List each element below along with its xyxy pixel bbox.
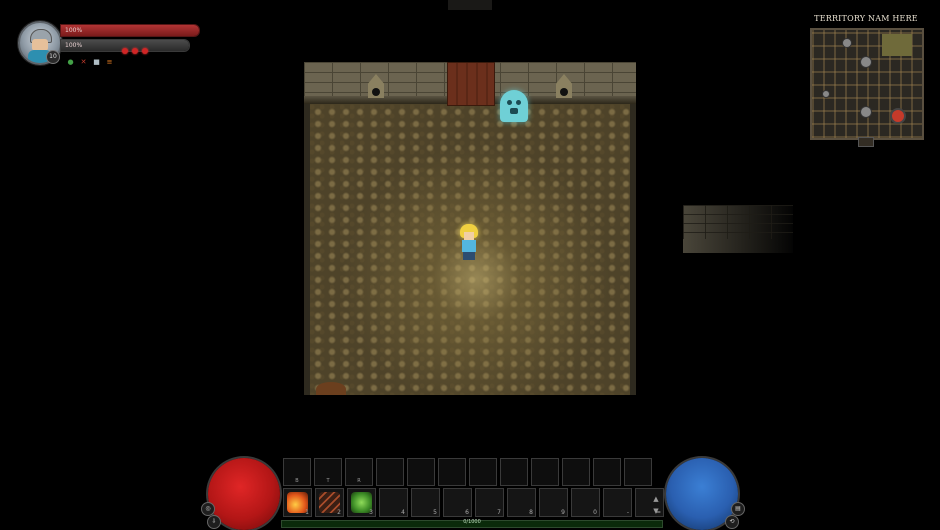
skill-slot-number: 1 bbox=[305, 509, 309, 516]
dungeon-room bbox=[304, 62, 636, 395]
skill-slot-number: - bbox=[626, 509, 629, 516]
arrow-down-icon[interactable]: ▼ bbox=[651, 505, 661, 517]
quick-slot-key: T bbox=[326, 478, 330, 484]
skill-slot-number: 9 bbox=[561, 509, 565, 516]
quick-slot[interactable]: T bbox=[314, 458, 342, 486]
settings-icon[interactable]: ◎ bbox=[201, 502, 215, 516]
download-icon[interactable]: ⇩ bbox=[207, 515, 221, 529]
quick-slot[interactable] bbox=[469, 458, 497, 486]
status-effects: ● ✕ ■ ≡ bbox=[66, 58, 114, 67]
top-door-marker bbox=[448, 0, 492, 10]
arrow-up-icon[interactable]: ▲ bbox=[651, 493, 661, 505]
ghost-eye bbox=[507, 100, 512, 105]
player-character bbox=[458, 224, 480, 260]
skill-slot-6[interactable]: 6 bbox=[443, 488, 472, 517]
skill-slot-11[interactable]: - bbox=[603, 488, 632, 517]
skill-slot-number: 4 bbox=[401, 509, 405, 516]
cycle-icon[interactable]: ⟲ bbox=[725, 515, 739, 529]
quick-slot-key: R bbox=[357, 478, 361, 484]
health-bar: 100% bbox=[60, 24, 200, 37]
skill-slot-number: 6 bbox=[465, 509, 469, 516]
shield-icon[interactable]: ● bbox=[66, 58, 75, 67]
corridor-wall bbox=[683, 205, 793, 239]
quick-slot[interactable] bbox=[562, 458, 590, 486]
minimap-title: TERRITORY NAM HERE bbox=[814, 14, 918, 23]
skill-slot-number: 8 bbox=[529, 509, 533, 516]
skill-slot-1[interactable]: 1 bbox=[283, 488, 312, 517]
skill-slot-2[interactable]: 2 bbox=[315, 488, 344, 517]
scroll-icon[interactable]: ≡ bbox=[105, 58, 114, 67]
skill-slot-4[interactable]: 4 bbox=[379, 488, 408, 517]
skill-slot-number: 3 bbox=[369, 509, 373, 516]
skill-slot-number: 7 bbox=[497, 509, 501, 516]
hotbar-page-arrows[interactable]: ▲ ▼ bbox=[651, 493, 661, 517]
quick-slot[interactable] bbox=[531, 458, 559, 486]
quick-slot[interactable]: B bbox=[283, 458, 311, 486]
dagger-icon[interactable]: ✕ bbox=[79, 58, 88, 67]
minimap[interactable]: TERRITORY NAM HERE bbox=[808, 12, 924, 147]
floor-object[interactable] bbox=[316, 382, 346, 395]
quick-slot[interactable] bbox=[624, 458, 652, 486]
experience-bar: 0/1000 bbox=[281, 519, 663, 528]
quick-slot[interactable] bbox=[438, 458, 466, 486]
quick-slot[interactable] bbox=[593, 458, 621, 486]
minimap-area bbox=[882, 34, 912, 56]
quick-slot[interactable]: R bbox=[345, 458, 373, 486]
ghost-eye bbox=[516, 100, 521, 105]
stamina-dots bbox=[122, 48, 148, 54]
inventory-icon[interactable]: ▤ bbox=[731, 502, 745, 516]
quick-slot-key: B bbox=[295, 478, 299, 484]
minimap-toggle[interactable] bbox=[858, 137, 874, 147]
stamina-dot bbox=[132, 48, 138, 54]
hero-torso bbox=[462, 240, 476, 252]
minimap-node bbox=[860, 106, 872, 118]
wooden-door[interactable] bbox=[447, 62, 495, 106]
room-right-wall bbox=[630, 104, 636, 395]
skill-slot-row: 1 2 3 4 5 6 7 8 9 0- = bbox=[283, 488, 664, 517]
side-corridor bbox=[683, 205, 793, 253]
ghost-mouth bbox=[510, 108, 518, 114]
skill-slot-number: 5 bbox=[433, 509, 437, 516]
experience-text: 0/1000 bbox=[463, 519, 481, 525]
skill-slot-number: 0 bbox=[593, 509, 597, 516]
stamina-dot bbox=[122, 48, 128, 54]
health-text: 100% bbox=[65, 27, 83, 34]
minimap-frame[interactable] bbox=[810, 28, 924, 140]
minimap-player-marker bbox=[890, 108, 906, 124]
stamina-dot bbox=[142, 48, 148, 54]
skill-slot-7[interactable]: 7 bbox=[475, 488, 504, 517]
skill-slot-5[interactable]: 5 bbox=[411, 488, 440, 517]
ghost-enemy[interactable] bbox=[500, 90, 528, 122]
secondary-text: 100% bbox=[65, 42, 83, 49]
skill-slot-10[interactable]: 0 bbox=[571, 488, 600, 517]
skill-slot-8[interactable]: 8 bbox=[507, 488, 536, 517]
potion-icon[interactable]: ■ bbox=[92, 58, 101, 67]
hero-face bbox=[464, 232, 474, 240]
skill-slot-3[interactable]: 3 bbox=[347, 488, 376, 517]
skill-slot-number: 2 bbox=[337, 509, 341, 516]
hero-legs bbox=[463, 252, 475, 260]
level-badge: 10 bbox=[46, 50, 60, 64]
skill-slot-9[interactable]: 9 bbox=[539, 488, 568, 517]
quick-slot-row: BTR bbox=[283, 458, 652, 486]
minimap-node bbox=[842, 38, 852, 48]
quick-slot[interactable] bbox=[407, 458, 435, 486]
quick-slot[interactable] bbox=[500, 458, 528, 486]
quick-slot[interactable] bbox=[376, 458, 404, 486]
player-hud: 10 100% 100% ● ✕ ■ ≡ bbox=[16, 18, 206, 74]
minimap-node bbox=[822, 90, 830, 98]
minimap-node bbox=[860, 56, 872, 68]
